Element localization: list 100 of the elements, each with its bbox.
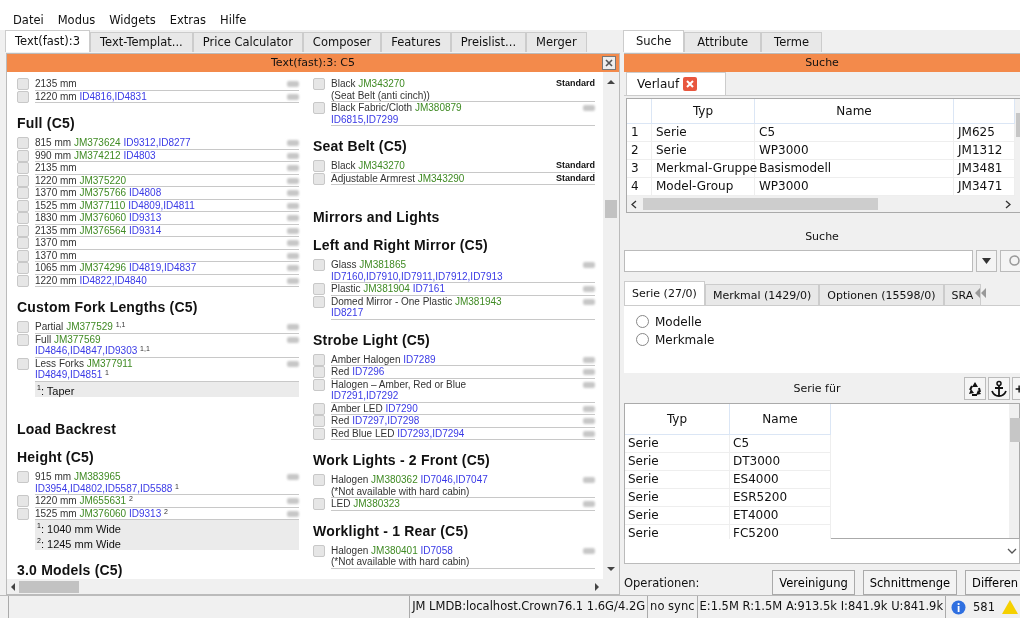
vertical-scrollbar[interactable]	[1009, 404, 1019, 539]
tab-label[interactable]: Verlauf	[637, 77, 680, 91]
close-icon[interactable]	[602, 56, 616, 70]
column-header[interactable]: Typ	[651, 99, 755, 124]
checkbox[interactable]	[313, 102, 325, 114]
blurred-price	[287, 277, 299, 284]
checkbox[interactable]	[17, 357, 29, 370]
checkbox[interactable]	[313, 378, 325, 391]
column-header[interactable]: Name	[729, 404, 831, 435]
blurred-price	[287, 510, 299, 517]
checkbox[interactable]	[17, 274, 29, 287]
option-text: Red Blue LED ID7293,ID7294	[331, 427, 465, 439]
column-header[interactable]: Typ	[625, 404, 730, 435]
scroll-left-icon[interactable]	[631, 199, 637, 209]
search-field[interactable]	[624, 250, 973, 272]
info-icon[interactable]	[951, 599, 967, 615]
table-cell: DT3000	[729, 452, 831, 471]
checkbox[interactable]	[313, 160, 325, 172]
column-header[interactable]: Name	[754, 99, 954, 124]
checkbox[interactable]	[313, 427, 325, 440]
radio-button[interactable]	[636, 333, 649, 347]
menu-item[interactable]: Widgets	[102, 12, 163, 28]
checkbox[interactable]	[17, 187, 29, 199]
radio-label[interactable]: Modelle	[655, 315, 702, 329]
checkbox[interactable]	[17, 199, 29, 212]
checkbox[interactable]	[313, 172, 325, 185]
radio-button[interactable]	[636, 315, 649, 329]
tab[interactable]: Verlauf	[626, 72, 727, 95]
scroll-arrows-icon[interactable]	[973, 286, 988, 300]
option-text: 2135 mm	[35, 78, 77, 90]
checkbox[interactable]	[313, 283, 325, 295]
checkbox[interactable]	[17, 174, 29, 187]
checkbox[interactable]	[313, 402, 325, 415]
warning-icon[interactable]	[1002, 600, 1018, 614]
chevron-down-icon[interactable]	[1007, 547, 1017, 555]
dropdown-button[interactable]	[975, 250, 998, 272]
tab[interactable]: Merkmal (1429/0)	[704, 284, 820, 305]
blurred-price	[287, 190, 299, 196]
blurred-price	[583, 477, 595, 483]
option-text: Halogen JM380401 ID7058	[331, 544, 453, 556]
menu-item[interactable]: Extras	[162, 12, 214, 28]
checkbox[interactable]	[17, 137, 29, 149]
close-icon[interactable]	[683, 77, 698, 91]
tab[interactable]: SRA	[943, 284, 982, 305]
tab[interactable]: Terme	[761, 32, 822, 52]
menu-item[interactable]: Datei	[6, 12, 51, 28]
tab[interactable]: Preislist...	[450, 32, 527, 52]
checkbox[interactable]	[17, 495, 29, 508]
vertical-scrollbar[interactable]	[603, 72, 619, 579]
menu-item[interactable]: Modus	[50, 12, 103, 28]
checkbox[interactable]	[17, 471, 29, 484]
tab[interactable]: Composer	[302, 32, 382, 52]
checkbox[interactable]	[17, 149, 29, 162]
operation-button[interactable]: Differen	[965, 570, 1020, 595]
caret-icon[interactable]	[982, 258, 992, 264]
checkbox[interactable]	[17, 212, 29, 224]
checkbox[interactable]	[313, 474, 325, 486]
checkbox[interactable]	[17, 249, 29, 262]
anchor-icon[interactable]	[988, 377, 1010, 401]
operation-button[interactable]: Vereinigung	[772, 570, 855, 595]
price-label: Standard	[556, 78, 595, 90]
checkbox[interactable]	[17, 333, 29, 346]
option-text: LED JM380323	[331, 498, 400, 510]
tab[interactable]: Price Calculator	[192, 32, 303, 52]
checkbox[interactable]	[17, 237, 29, 249]
checkbox[interactable]	[313, 295, 325, 308]
checkbox[interactable]	[313, 78, 325, 90]
tab[interactable]: Text-Templat...	[90, 32, 193, 52]
checkbox[interactable]	[313, 544, 325, 557]
option-text: 990 mm JM374212 ID4803	[35, 149, 156, 161]
tab[interactable]: Suche	[623, 30, 685, 52]
checkbox[interactable]	[17, 162, 29, 174]
checkbox[interactable]	[17, 224, 29, 237]
radio-label[interactable]: Merkmale	[655, 333, 715, 347]
checkbox[interactable]	[17, 90, 29, 103]
recycle-icon[interactable]	[964, 377, 986, 401]
scroll-right-icon[interactable]	[1005, 199, 1011, 209]
blurred-price	[287, 202, 299, 209]
tab[interactable]: Features	[381, 32, 451, 52]
checkbox[interactable]	[313, 415, 325, 427]
checkbox[interactable]	[313, 259, 325, 271]
checkbox[interactable]	[313, 366, 325, 378]
tab[interactable]: Text(fast):3	[5, 30, 91, 52]
horizontal-scrollbar[interactable]	[7, 579, 619, 594]
tab[interactable]: Merger	[526, 32, 587, 52]
checkbox[interactable]	[17, 262, 29, 274]
tab[interactable]: Serie (27/0)	[624, 281, 705, 305]
checkbox[interactable]	[17, 507, 29, 520]
checkbox[interactable]	[17, 78, 29, 90]
search-icon[interactable]	[1008, 255, 1020, 267]
operation-button[interactable]: Schnittmenge	[862, 570, 958, 595]
tab[interactable]: Optionen (15598/0)	[819, 284, 944, 305]
checkbox[interactable]	[313, 498, 325, 510]
menu-item[interactable]: Hilfe	[213, 12, 254, 28]
tab[interactable]: Attribute	[684, 32, 762, 52]
checkbox[interactable]	[313, 353, 325, 366]
checkbox[interactable]	[17, 321, 29, 333]
row-number: 3	[627, 159, 652, 178]
option-text: Red ID7297,ID7298	[331, 415, 420, 427]
add-icon[interactable]	[1012, 377, 1020, 401]
